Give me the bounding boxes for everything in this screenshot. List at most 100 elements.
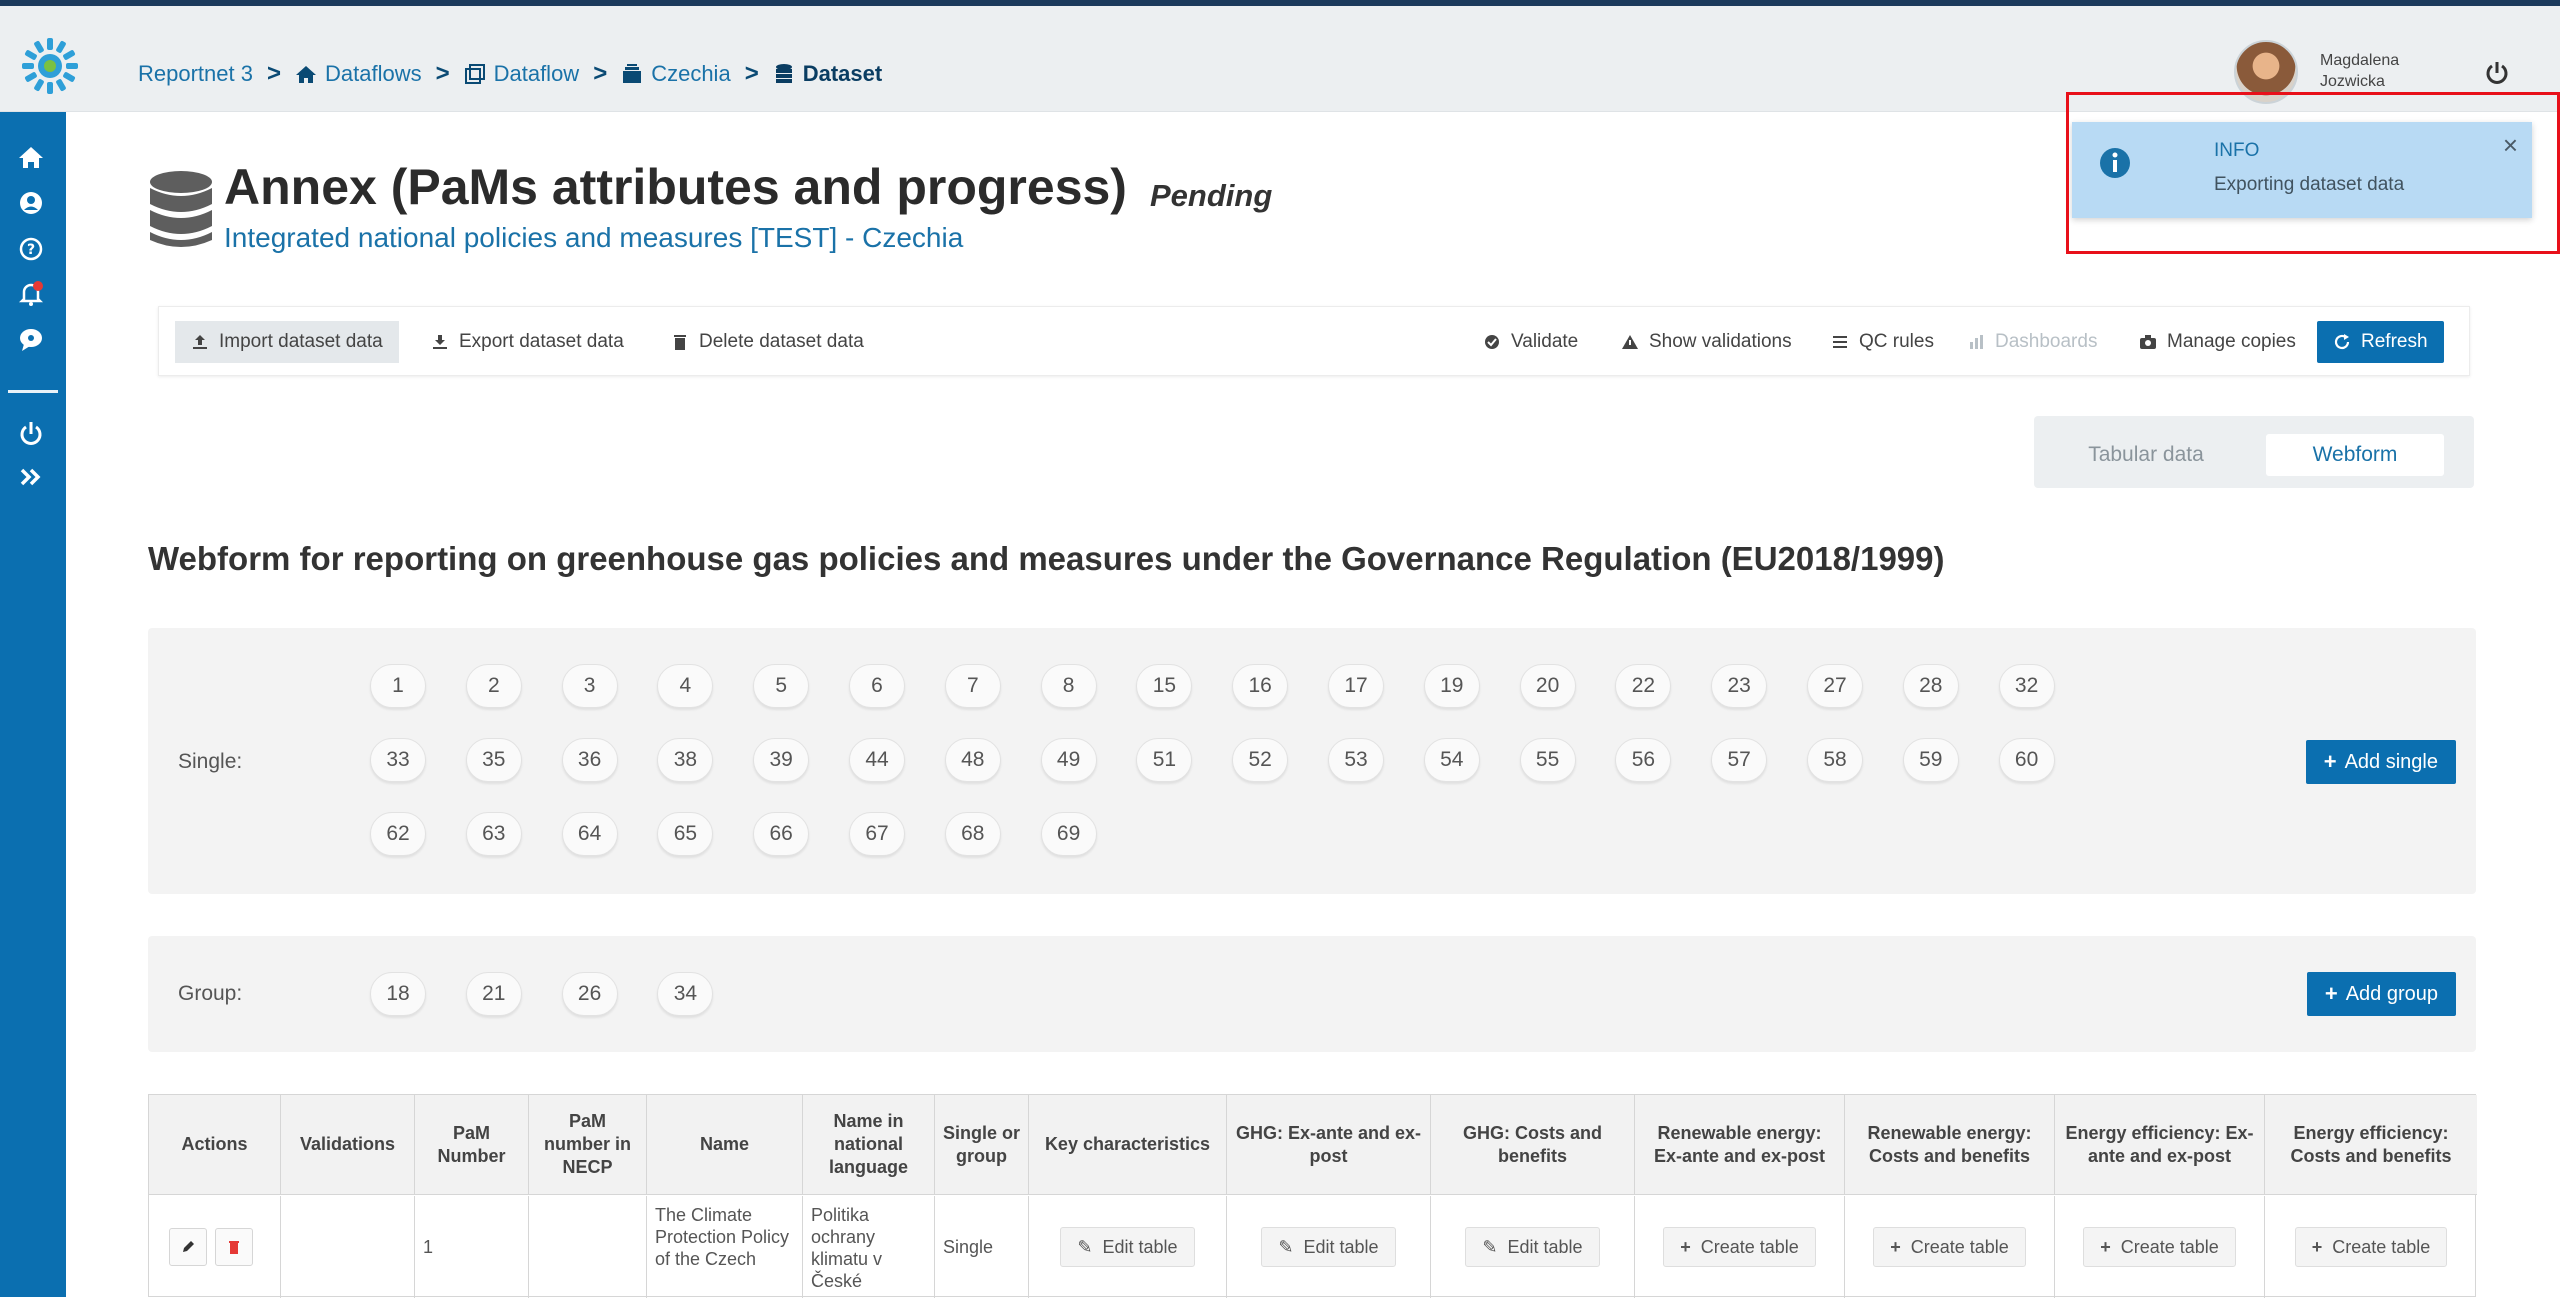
pam-chip[interactable]: 23: [1711, 664, 1768, 708]
pam-chip[interactable]: 6: [849, 664, 905, 708]
user-name[interactable]: Magdalena Jozwicka: [2320, 50, 2399, 92]
tabular-data-tab[interactable]: Tabular data: [2048, 434, 2244, 476]
pam-chip[interactable]: 49: [1040, 738, 1097, 782]
pam-chip[interactable]: 52: [1232, 738, 1289, 782]
pam-chip[interactable]: 5: [753, 664, 810, 708]
pam-chip[interactable]: 54: [1423, 738, 1480, 782]
webform-title: Webform for reporting on greenhouse gas …: [148, 540, 1945, 577]
pam-chip[interactable]: 44: [849, 738, 905, 782]
delete-dataset-button[interactable]: Delete dataset data: [655, 321, 880, 363]
dataset-status: Pending: [1150, 178, 1273, 213]
pam-chip[interactable]: 35: [465, 738, 522, 782]
user-icon[interactable]: [16, 188, 46, 218]
notifications-icon[interactable]: [16, 278, 46, 308]
power-icon[interactable]: [2484, 60, 2510, 86]
plus-icon: +: [2311, 1237, 2323, 1257]
pam-chip[interactable]: 15: [1136, 664, 1193, 708]
export-dataset-button[interactable]: Export dataset data: [415, 321, 640, 363]
help-icon[interactable]: ?: [16, 234, 46, 264]
breadcrumb-reportnet[interactable]: Reportnet 3: [138, 61, 253, 87]
breadcrumb-dataflows[interactable]: Dataflows: [295, 61, 422, 87]
pam-chip[interactable]: 63: [465, 812, 522, 856]
group-label: Group:: [178, 982, 243, 1005]
create-table-button[interactable]: + Create table: [2294, 1227, 2448, 1267]
pam-group-chip[interactable]: 21: [465, 972, 522, 1016]
add-single-button[interactable]: + Add single: [2305, 740, 2456, 784]
validate-button[interactable]: Validate: [1467, 321, 1594, 363]
pam-chip[interactable]: 65: [657, 812, 714, 856]
pam-chip[interactable]: 51: [1136, 738, 1193, 782]
dashboards-button[interactable]: Dashboards: [1951, 321, 2113, 363]
pam-chip[interactable]: 38: [657, 738, 714, 782]
pam-chip[interactable]: 33: [370, 738, 426, 782]
pam-chip[interactable]: 28: [1902, 664, 1959, 708]
pam-chip[interactable]: 55: [1519, 738, 1576, 782]
edit-table-button[interactable]: ✎ Edit table: [1261, 1227, 1396, 1267]
breadcrumb-label: Czechia: [651, 61, 731, 86]
logout-icon[interactable]: [16, 418, 46, 448]
pam-chip[interactable]: 48: [944, 738, 1001, 782]
add-group-button[interactable]: + Add group: [2306, 972, 2456, 1016]
pam-chip[interactable]: 27: [1807, 664, 1863, 708]
pam-chip[interactable]: 64: [561, 812, 618, 856]
webform-tab[interactable]: Webform: [2266, 434, 2444, 476]
pam-chip[interactable]: 8: [1040, 664, 1097, 708]
create-table-button[interactable]: + Create table: [1873, 1227, 2026, 1267]
pam-chip[interactable]: 59: [1902, 738, 1959, 782]
show-validations-button[interactable]: Show validations: [1605, 321, 1808, 363]
pam-chip[interactable]: 2: [465, 664, 522, 708]
reportnet-logo[interactable]: [20, 36, 80, 96]
pam-chip[interactable]: 4: [657, 664, 714, 708]
create-table-button[interactable]: + Create table: [2083, 1227, 2236, 1267]
qc-rules-label: QC rules: [1859, 331, 1934, 352]
chat-icon[interactable]: [16, 324, 46, 354]
pam-chip[interactable]: 36: [561, 738, 618, 782]
pam-chip[interactable]: 57: [1711, 738, 1768, 782]
pam-chip[interactable]: 58: [1807, 738, 1863, 782]
import-dataset-button[interactable]: Import dataset data: [175, 321, 399, 363]
home-icon[interactable]: [16, 142, 46, 172]
pam-chip[interactable]: 53: [1328, 738, 1384, 782]
pam-chip[interactable]: 67: [849, 812, 905, 856]
database-icon: [150, 171, 212, 247]
pam-chip[interactable]: 22: [1615, 664, 1672, 708]
pam-chip[interactable]: 19: [1423, 664, 1480, 708]
chevron-right-icon: >: [593, 60, 608, 87]
clone-icon: [464, 64, 485, 84]
create-table-button[interactable]: + Create table: [1663, 1227, 1816, 1267]
pam-chip[interactable]: 20: [1519, 664, 1576, 708]
pam-chip[interactable]: 62: [370, 812, 426, 856]
pam-chip[interactable]: 60: [1998, 738, 2055, 782]
edit-table-button[interactable]: ✎ Edit table: [1465, 1227, 1600, 1267]
pam-chip[interactable]: 39: [753, 738, 810, 782]
edit-row-button[interactable]: [168, 1228, 207, 1266]
chevron-right-icon: >: [266, 60, 281, 87]
breadcrumb-dataflow[interactable]: Dataflow: [464, 61, 579, 87]
pam-chip[interactable]: 69: [1040, 812, 1097, 856]
pam-chip[interactable]: 16: [1232, 664, 1289, 708]
column-header: Single or group: [935, 1095, 1029, 1195]
pencil-icon: [182, 1241, 194, 1252]
breadcrumb-czechia[interactable]: Czechia: [621, 61, 731, 87]
pam-chip[interactable]: 1: [370, 664, 426, 708]
pam-group-chip[interactable]: 34: [657, 972, 714, 1016]
manage-copies-button[interactable]: Manage copies: [2123, 321, 2312, 363]
efficiency-ex-ante-cell: + Create table: [2055, 1196, 2265, 1298]
ghg-costs-cell: ✎ Edit table: [1431, 1196, 1635, 1298]
expand-icon[interactable]: [16, 462, 46, 492]
pam-chip[interactable]: 3: [561, 664, 618, 708]
pam-chip[interactable]: 32: [1998, 664, 2055, 708]
edit-table-button[interactable]: ✎ Edit table: [1060, 1227, 1195, 1267]
pam-chip[interactable]: 56: [1615, 738, 1672, 782]
pam-chip[interactable]: 66: [753, 812, 810, 856]
pam-chip[interactable]: 7: [944, 664, 1001, 708]
qc-rules-button[interactable]: QC rules: [1815, 321, 1950, 363]
delete-row-button[interactable]: [214, 1228, 253, 1266]
pam-chip[interactable]: 68: [944, 812, 1001, 856]
refresh-button[interactable]: Refresh: [2317, 321, 2444, 363]
pam-chip[interactable]: 17: [1328, 664, 1384, 708]
plus-icon: +: [2324, 981, 2338, 1006]
pam-group-chip[interactable]: 26: [561, 972, 618, 1016]
pam-group-chip[interactable]: 18: [370, 972, 426, 1016]
breadcrumb-dataset: Dataset: [773, 61, 882, 87]
